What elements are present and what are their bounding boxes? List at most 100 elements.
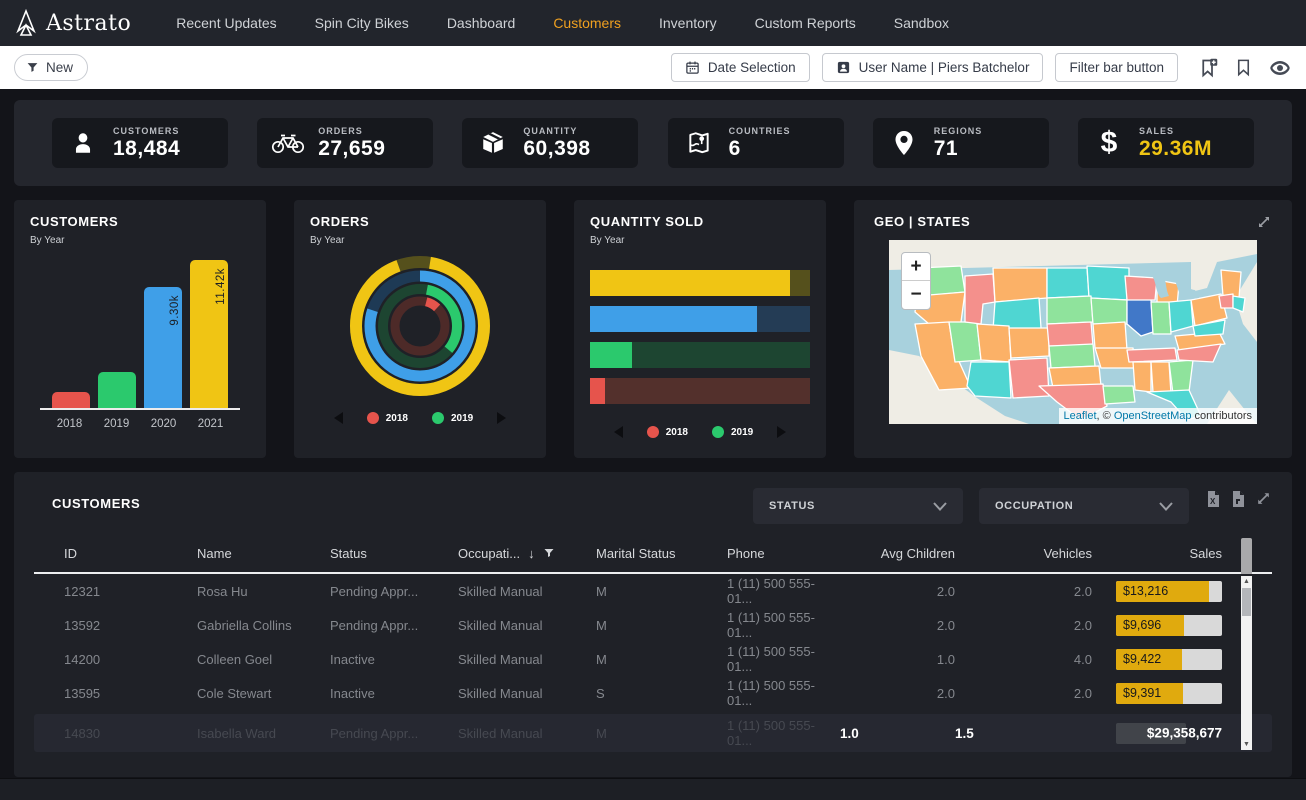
- legend-item-2019[interactable]: 2019: [432, 412, 473, 424]
- map-zoom-in-button[interactable]: +: [902, 253, 930, 281]
- filter-bar-button[interactable]: Filter bar button: [1055, 53, 1178, 82]
- bar-2020[interactable]: 9.30k: [144, 287, 182, 408]
- new-chip-label: New: [46, 60, 73, 75]
- geo-title: GEO | STATES: [874, 214, 970, 229]
- orders-by-year-panel: ORDERS By Year 201: [294, 200, 546, 458]
- kpi-value: 71: [934, 137, 983, 161]
- export-file-icon[interactable]: [1230, 490, 1246, 508]
- legend-next-icon[interactable]: [497, 412, 506, 424]
- table-scrollbar[interactable]: ▲ ▼: [1241, 538, 1252, 750]
- nav-item-customers[interactable]: Customers: [553, 15, 621, 31]
- table-row[interactable]: 13592Gabriella CollinsPending Appr...Ski…: [34, 608, 1272, 642]
- chart-title: CUSTOMERS: [30, 214, 250, 229]
- bar-2018[interactable]: [52, 392, 90, 408]
- scrollbar-thumb[interactable]: [1242, 588, 1251, 616]
- bar-2019[interactable]: [98, 372, 136, 408]
- export-excel-icon[interactable]: X: [1205, 490, 1221, 508]
- nav-item-custom-reports[interactable]: Custom Reports: [755, 15, 856, 31]
- date-selection-button[interactable]: Date Selection: [671, 53, 810, 82]
- quantity-bars-chart: [590, 270, 810, 404]
- orders-radial-chart[interactable]: [342, 248, 498, 404]
- legend-item-2018[interactable]: 2018: [647, 426, 688, 438]
- nav-item-dashboard[interactable]: Dashboard: [447, 15, 516, 31]
- status-filter-dropdown[interactable]: STATUS: [753, 488, 963, 524]
- nav-item-spin-city-bikes[interactable]: Spin City Bikes: [315, 15, 409, 31]
- legend-item-2018[interactable]: 2018: [367, 412, 408, 424]
- kpi-label: REGIONS: [934, 126, 983, 136]
- legend-prev-icon[interactable]: [334, 412, 343, 424]
- legend-item-2019[interactable]: 2019: [712, 426, 753, 438]
- leaflet-link[interactable]: Leaflet: [1064, 410, 1097, 422]
- bookmark-icon[interactable]: [1234, 58, 1253, 77]
- box-icon: [480, 130, 506, 156]
- eye-icon[interactable]: [1268, 56, 1292, 80]
- usa-states-map[interactable]: + −: [889, 240, 1257, 424]
- bookmark-add-icon[interactable]: [1198, 57, 1219, 78]
- x-tick: 2018: [46, 418, 93, 430]
- user-name-label: User Name | Piers Batchelor: [859, 60, 1030, 75]
- table-row[interactable]: 13595Cole StewartInactiveSkilled ManualS…: [34, 676, 1272, 710]
- occupation-filter-dropdown[interactable]: OCCUPATION: [979, 488, 1189, 524]
- osm-link[interactable]: OpenStreetMap: [1114, 410, 1192, 422]
- table-title: CUSTOMERS: [52, 496, 140, 511]
- calendar-icon: [685, 60, 700, 75]
- chart-title: QUANTITY SOLD: [590, 214, 810, 229]
- funnel-icon: [26, 61, 39, 74]
- sales-bar: $9,696: [1116, 615, 1222, 636]
- map-zoom-out-button[interactable]: −: [902, 281, 930, 309]
- map-attribution: Leaflet, © OpenStreetMap contributors: [1059, 408, 1258, 424]
- hbar-2018[interactable]: [590, 378, 810, 404]
- col-id[interactable]: ID: [64, 546, 197, 561]
- scroll-up-icon[interactable]: ▲: [1241, 578, 1252, 585]
- total-avg-children: 1.0: [840, 726, 955, 741]
- col-name[interactable]: Name: [197, 546, 330, 561]
- bar-value-label: 11.42k: [215, 268, 227, 305]
- legend-dot: [647, 426, 659, 438]
- table-totals-row: 14830Isabella WardPending Appr...Skilled…: [34, 714, 1272, 752]
- sales-bar: $9,422: [1116, 649, 1222, 670]
- col-phone[interactable]: Phone: [727, 546, 840, 561]
- expand-icon[interactable]: [1256, 214, 1272, 230]
- scrollbar-track[interactable]: ▲ ▼: [1241, 576, 1252, 750]
- bicycle-icon: [271, 130, 305, 156]
- bar-2021[interactable]: 11.42k: [190, 260, 228, 408]
- chevron-down-icon: [933, 502, 947, 511]
- legend-next-icon[interactable]: [777, 426, 786, 438]
- hbar-2020[interactable]: [590, 306, 810, 332]
- sort-desc-icon[interactable]: ↓: [528, 546, 535, 561]
- kpi-sales: $ SALES29.36M: [1078, 118, 1254, 168]
- col-occupation-label: Occupati...: [458, 546, 520, 561]
- col-sales[interactable]: Sales: [1092, 546, 1222, 561]
- col-status[interactable]: Status: [330, 546, 458, 561]
- legend-prev-icon[interactable]: [614, 426, 623, 438]
- col-marital-status[interactable]: Marital Status: [596, 546, 727, 561]
- kpi-value: 60,398: [523, 137, 590, 161]
- x-tick: 2019: [93, 418, 140, 430]
- table-row[interactable]: 14200Colleen GoelInactiveSkilled ManualM…: [34, 642, 1272, 676]
- nav-item-sandbox[interactable]: Sandbox: [894, 15, 949, 31]
- nav-item-recent-updates[interactable]: Recent Updates: [176, 15, 276, 31]
- sales-bar: $9,391: [1116, 683, 1222, 704]
- hbar-2021[interactable]: [590, 270, 810, 296]
- map-canvas: [889, 240, 1257, 424]
- kpi-regions: REGIONS71: [873, 118, 1049, 168]
- nav-item-inventory[interactable]: Inventory: [659, 15, 717, 31]
- astrato-logo[interactable]: Astrato: [14, 9, 131, 37]
- col-vehicles[interactable]: Vehicles: [955, 546, 1092, 561]
- table-expand-icon[interactable]: [1255, 490, 1272, 507]
- new-filter-chip[interactable]: New: [14, 54, 88, 81]
- total-vehicles: 1.5: [955, 726, 1092, 741]
- user-name-button[interactable]: User Name | Piers Batchelor: [822, 53, 1044, 82]
- scroll-down-icon[interactable]: ▼: [1241, 741, 1252, 748]
- bar-value-label: 9.30k: [169, 295, 181, 326]
- kpi-value: 6: [729, 137, 791, 161]
- col-occupation[interactable]: Occupati... ↓: [458, 546, 596, 561]
- astrato-logo-icon: [14, 9, 38, 37]
- hbar-2019[interactable]: [590, 342, 810, 368]
- table-row[interactable]: 12321Rosa HuPending Appr...Skilled Manua…: [34, 574, 1272, 608]
- column-filter-icon[interactable]: [543, 547, 555, 559]
- x-tick: 2020: [140, 418, 187, 430]
- kpi-value: 18,484: [113, 137, 180, 161]
- geo-states-panel: GEO | STATES + −: [854, 200, 1292, 458]
- col-avg-children[interactable]: Avg Children: [840, 546, 955, 561]
